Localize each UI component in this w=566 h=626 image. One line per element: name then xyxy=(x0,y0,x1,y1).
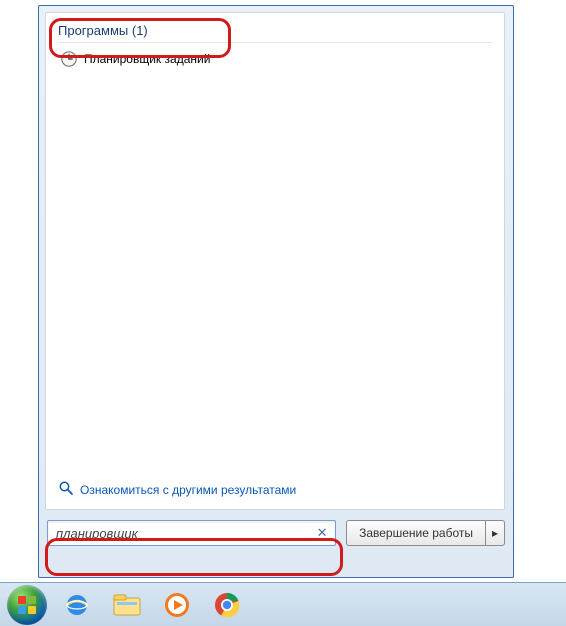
folder-icon xyxy=(112,592,142,618)
start-menu-results-panel: Программы (1) Планировщик заданий xyxy=(45,12,505,510)
taskbar-chrome[interactable] xyxy=(206,587,248,623)
ie-icon xyxy=(63,591,91,619)
start-button[interactable] xyxy=(6,587,48,623)
shutdown-group: Завершение работы ▸ xyxy=(346,520,505,546)
programs-section-header: Программы (1) xyxy=(58,23,492,43)
search-icon xyxy=(58,480,74,499)
media-player-icon xyxy=(163,591,191,619)
chrome-icon xyxy=(213,591,241,619)
clear-search-icon[interactable]: ✕ xyxy=(313,524,331,542)
start-menu-bottom-row: ✕ Завершение работы ▸ xyxy=(45,520,507,546)
start-menu-frame: Программы (1) Планировщик заданий xyxy=(38,5,514,578)
search-input[interactable] xyxy=(56,526,313,541)
result-task-scheduler[interactable]: Планировщик заданий xyxy=(58,47,492,71)
result-label: Планировщик заданий xyxy=(84,52,210,66)
taskbar-wmp[interactable] xyxy=(156,587,198,623)
more-results-link[interactable]: Ознакомиться с другими результатами xyxy=(58,480,296,499)
programs-label: Программы xyxy=(58,23,128,38)
shutdown-button[interactable]: Завершение работы xyxy=(346,520,485,546)
taskbar-explorer[interactable] xyxy=(106,587,148,623)
chevron-right-icon: ▸ xyxy=(492,526,498,540)
clock-icon xyxy=(60,50,78,68)
shutdown-options-button[interactable]: ▸ xyxy=(485,520,505,546)
start-orb-icon xyxy=(7,585,47,625)
shutdown-label: Завершение работы xyxy=(359,526,473,540)
programs-count: (1) xyxy=(132,23,148,38)
more-results-label: Ознакомиться с другими результатами xyxy=(80,483,296,497)
taskbar xyxy=(0,582,566,626)
taskbar-ie[interactable] xyxy=(56,587,98,623)
search-field-wrap[interactable]: ✕ xyxy=(47,520,336,546)
